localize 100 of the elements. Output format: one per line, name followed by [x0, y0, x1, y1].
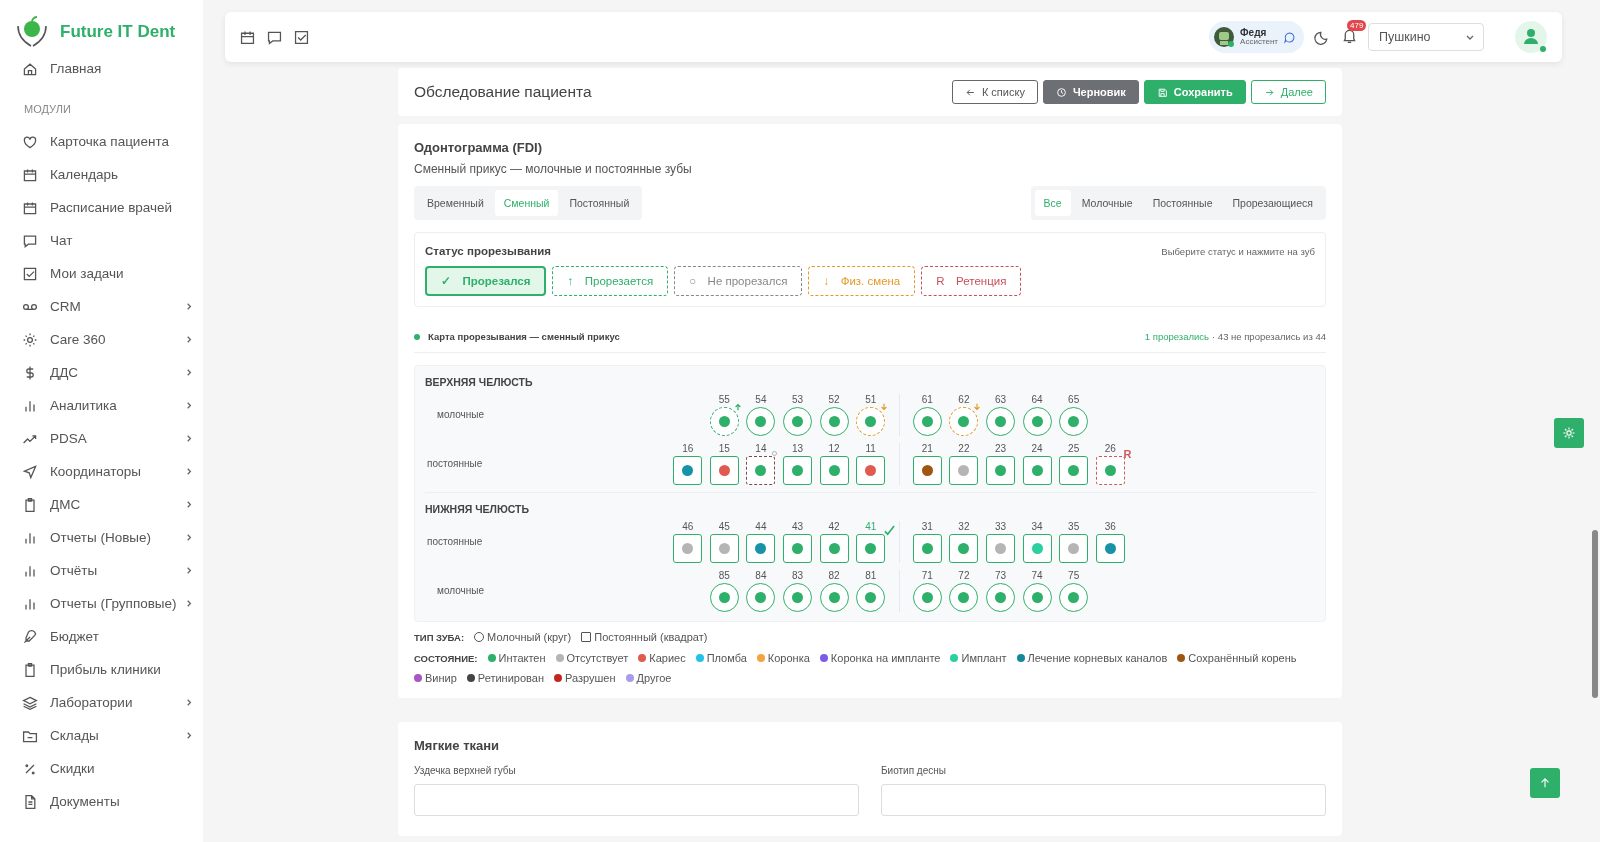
- sidebar-item[interactable]: PDSA: [50, 431, 185, 446]
- tooth-number: 62: [958, 393, 970, 405]
- legend-label: Разрушен: [565, 672, 616, 684]
- row-label: молочные: [436, 585, 485, 596]
- sidebar-item[interactable]: Care 360: [50, 332, 185, 347]
- sidebar-item[interactable]: Бюджет: [50, 629, 194, 644]
- dentition-tab[interactable]: Постоянный: [560, 190, 639, 216]
- tooth-number: 53: [791, 393, 804, 405]
- panel-title: Статус прорезывания: [425, 245, 551, 257]
- tooth-number: 33: [994, 520, 1007, 532]
- retention-letter: R: [1123, 447, 1132, 460]
- tooth-number: 64: [1031, 393, 1043, 405]
- tooth-number: 82: [828, 569, 840, 581]
- chat-bubble-icon[interactable]: [1283, 30, 1296, 44]
- tooth[interactable]: [709, 455, 739, 485]
- legend-label: Отсутствует: [566, 652, 629, 664]
- card-title: Одонтограмма (FDI): [414, 140, 544, 155]
- app-logo-text: Future IT Dent: [60, 22, 176, 42]
- robot-avatar-icon: [1213, 26, 1236, 48]
- chevron-right-icon[interactable]: [185, 368, 194, 377]
- sidebar-item[interactable]: Отчеты (Групповые): [50, 596, 185, 611]
- layers-icon: [22, 694, 38, 711]
- sidebar-item[interactable]: Координаторы: [50, 464, 185, 479]
- sidebar-item[interactable]: Отчеты (Новые): [50, 530, 185, 545]
- filter-tab[interactable]: Постоянные: [1143, 190, 1222, 216]
- sidebar-item[interactable]: Прибыль клиники: [50, 662, 194, 677]
- sun-icon: [22, 331, 38, 348]
- sidebar-item[interactable]: Чат: [50, 233, 194, 248]
- user-chip[interactable]: Федя Ассистент: [1209, 21, 1304, 53]
- chevron-right-icon[interactable]: [185, 599, 194, 608]
- clock-icon: [1055, 86, 1067, 98]
- user-avatar-icon[interactable]: [1514, 20, 1548, 54]
- tooth-number: 71: [921, 569, 933, 581]
- notification-badge: 479: [1347, 19, 1367, 31]
- action-button[interactable]: Черновик: [1042, 80, 1139, 104]
- scroll-to-top-button[interactable]: [1530, 768, 1560, 798]
- filter-tab[interactable]: Молочные: [1072, 190, 1142, 216]
- tooth[interactable]: [746, 533, 776, 563]
- branch-select[interactable]: Пушкино: [1368, 23, 1484, 51]
- status-option-button[interactable]: ○ Не прорезался: [674, 266, 803, 296]
- chevron-right-icon[interactable]: [185, 335, 194, 344]
- status-dot-icon: [414, 333, 420, 340]
- jaw-title: НИЖНЯЯ ЧЕЛЮСТЬ: [425, 503, 530, 515]
- tooth-number: 73: [994, 569, 1007, 581]
- checkbox-icon[interactable]: [293, 28, 310, 46]
- tooth[interactable]: [912, 455, 942, 485]
- tooth[interactable]: [1095, 455, 1125, 485]
- settings-button[interactable]: [1554, 418, 1584, 448]
- sidebar-item[interactable]: Скидки: [50, 761, 194, 776]
- tooth-number: 36: [1104, 520, 1116, 532]
- tooth[interactable]: [673, 455, 703, 485]
- chevron-right-icon[interactable]: [185, 533, 194, 542]
- sidebar-item[interactable]: Главная: [50, 61, 194, 76]
- sidebar-item[interactable]: Документы: [50, 794, 194, 809]
- sidebar-item[interactable]: Календарь: [50, 167, 194, 182]
- filter-tab[interactable]: Прорезающиеся: [1223, 190, 1322, 216]
- sidebar-item[interactable]: Склады: [50, 728, 185, 743]
- tooth[interactable]: [1095, 533, 1125, 563]
- tooth-number: 54: [755, 393, 767, 405]
- legend-title: СОСТОЯНИЕ:: [414, 652, 478, 664]
- small-circle-icon: [771, 449, 779, 457]
- chevron-right-icon[interactable]: [185, 434, 194, 443]
- sidebar-item[interactable]: ДДС: [50, 365, 185, 380]
- tooth-number: 72: [958, 569, 970, 581]
- chevron-right-icon[interactable]: [185, 566, 194, 575]
- checkmark-icon: [884, 524, 895, 536]
- chevron-right-icon[interactable]: [185, 302, 194, 311]
- sidebar-item[interactable]: Аналитика: [50, 398, 185, 413]
- legend-label: Имплант: [961, 652, 1007, 664]
- tooth-number: 21: [921, 442, 933, 454]
- chevron-right-icon[interactable]: [185, 500, 194, 509]
- status-option-button[interactable]: R Ретенция: [921, 266, 1022, 296]
- tooth-number: 46: [682, 520, 694, 532]
- field-label: Уздечка верхней губы: [414, 765, 517, 776]
- sidebar-item[interactable]: CRM: [50, 299, 185, 314]
- tooth-number: 85: [718, 569, 730, 581]
- dentition-tab[interactable]: Временный: [418, 190, 493, 216]
- sidebar-item[interactable]: Отчёты: [50, 563, 185, 578]
- tooth-number: 34: [1031, 520, 1043, 532]
- row-label: постоянные: [426, 458, 484, 469]
- sidebar-item[interactable]: Расписание врачей: [50, 200, 194, 215]
- sidebar-item[interactable]: Лаборатории: [50, 695, 185, 710]
- tooth[interactable]: [856, 455, 886, 485]
- sidebar-item[interactable]: ДМС: [50, 497, 185, 512]
- action-button[interactable]: К списку: [951, 80, 1038, 104]
- input-field[interactable]: [414, 784, 859, 816]
- chevron-right-icon[interactable]: [185, 731, 194, 740]
- sidebar-item[interactable]: Карточка пациента: [50, 134, 194, 149]
- chevron-right-icon[interactable]: [185, 401, 194, 410]
- tooth-number: 15: [718, 442, 730, 454]
- tooth-number: 43: [791, 520, 804, 532]
- chevron-right-icon[interactable]: [185, 698, 194, 707]
- arrow-down-icon: [880, 402, 888, 411]
- sidebar-item[interactable]: Мои задачи: [50, 266, 194, 281]
- tooth[interactable]: [746, 455, 776, 485]
- tooth-number: 12: [828, 442, 840, 454]
- tooth-number: 32: [958, 520, 970, 532]
- input-field[interactable]: [881, 784, 1326, 816]
- chevron-right-icon[interactable]: [185, 467, 194, 476]
- tooth-number: 11: [865, 442, 876, 454]
